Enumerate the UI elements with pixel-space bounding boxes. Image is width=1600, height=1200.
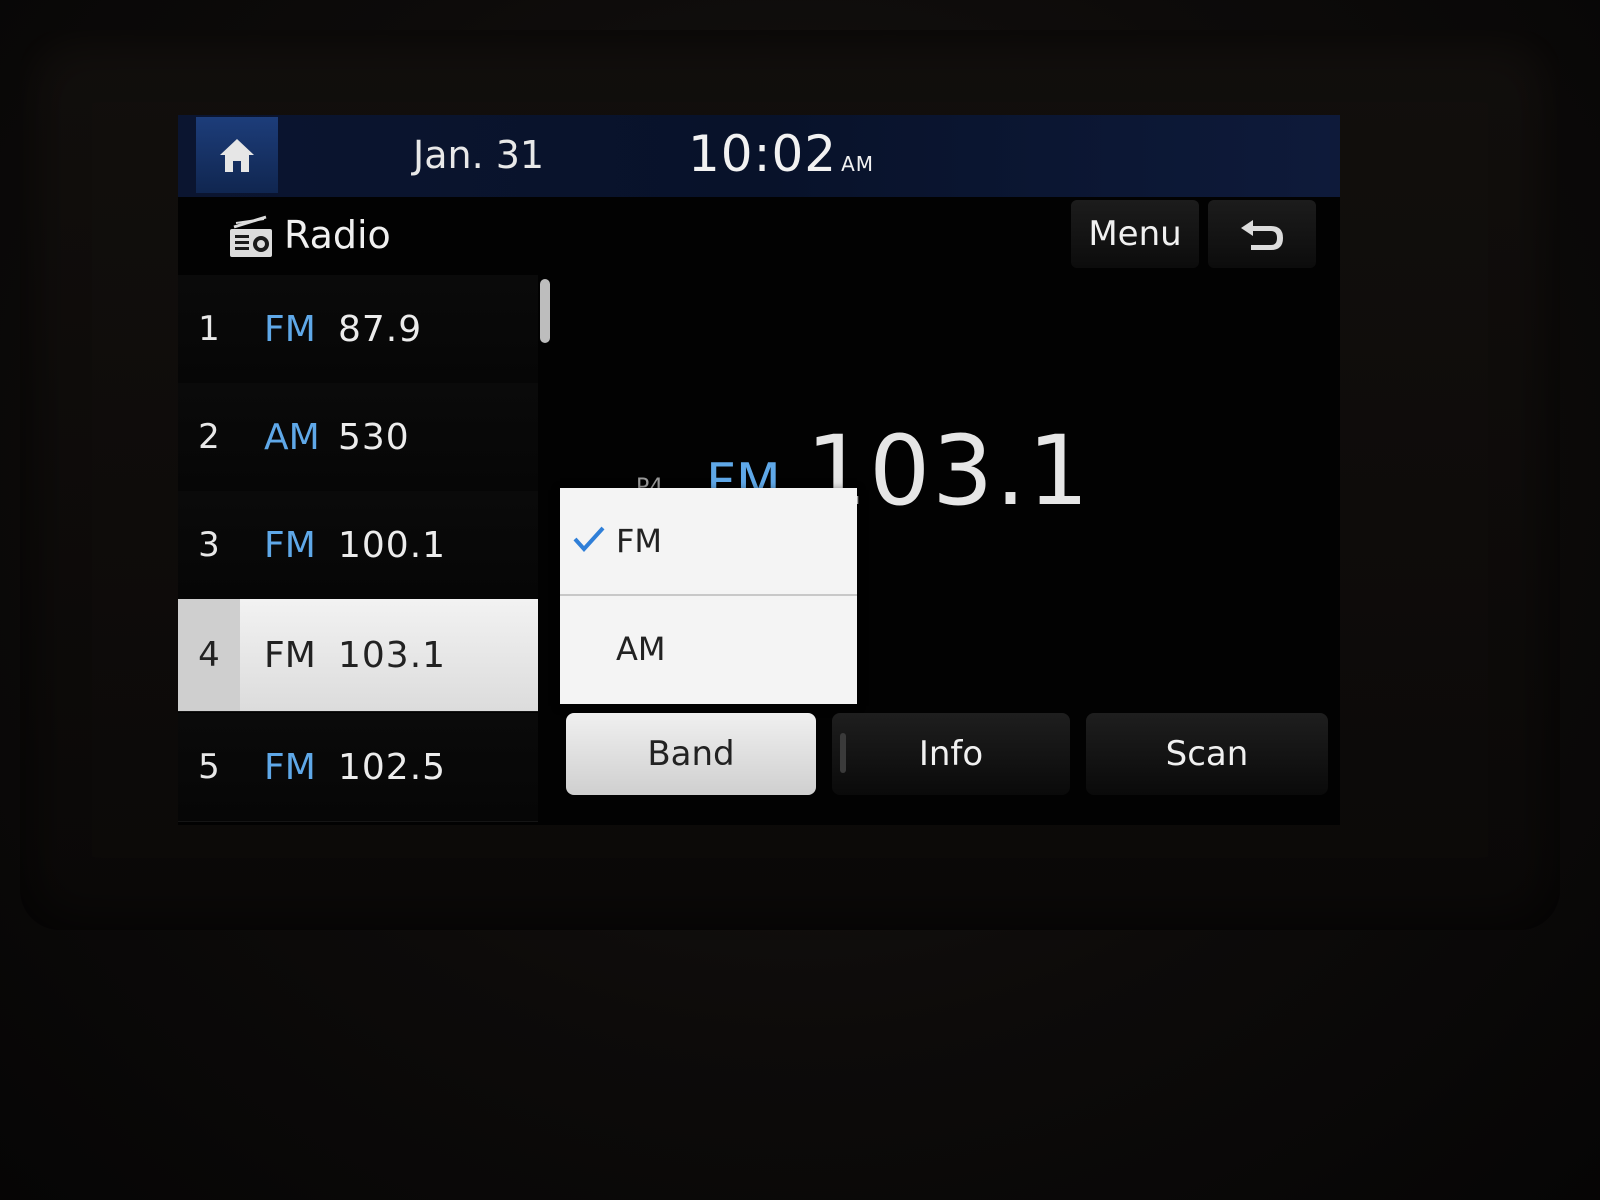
scan-button-label: Scan — [1165, 734, 1249, 774]
preset-frequency: 103.1 — [338, 634, 447, 676]
infotainment-screen: Jan. 31 10:02 AM Radio Menu 1 FM 87.9 2 … — [178, 115, 1340, 825]
preset-number: 2 — [198, 417, 220, 457]
back-arrow-icon — [1241, 220, 1283, 250]
band-button[interactable]: Band — [566, 713, 816, 795]
preset-item-2[interactable]: 2 AM 530 — [178, 383, 538, 492]
preset-number: 3 — [198, 525, 220, 565]
preset-number: 1 — [198, 309, 220, 349]
status-bar: Jan. 31 10:02 AM — [178, 115, 1340, 197]
preset-frequency: 87.9 — [338, 308, 423, 350]
preset-band: FM — [264, 308, 316, 350]
preset-band: FM — [264, 746, 316, 788]
preset-list: 1 FM 87.9 2 AM 530 3 FM 100.1 4 FM 103.1… — [178, 275, 540, 825]
date-display: Jan. 31 — [413, 133, 545, 177]
preset-band: FM — [264, 634, 316, 676]
preset-frequency: 100.1 — [338, 524, 447, 566]
clock-time: 10:02 — [688, 125, 838, 183]
preset-scrollbar[interactable] — [540, 279, 550, 343]
preset-item-5[interactable]: 5 FM 102.5 — [178, 713, 538, 822]
info-button-label: Info — [918, 734, 984, 774]
page-title: Radio — [284, 213, 391, 257]
band-dropdown: FM AM — [560, 488, 857, 704]
preset-number: 5 — [198, 747, 220, 787]
home-icon — [220, 139, 254, 172]
preset-item-4[interactable]: 4 FM 103.1 — [178, 599, 538, 712]
checkmark-icon — [573, 526, 605, 552]
band-option-am[interactable]: AM — [560, 596, 857, 702]
back-button[interactable] — [1208, 200, 1316, 268]
preset-band: AM — [264, 416, 320, 458]
title-row: Radio Menu — [178, 197, 1340, 275]
clock-display: 10:02 AM — [688, 125, 874, 183]
preset-item-3[interactable]: 3 FM 100.1 — [178, 491, 538, 600]
preset-number: 4 — [178, 599, 240, 711]
scan-button[interactable]: Scan — [1086, 713, 1328, 795]
clock-ampm: AM — [841, 152, 875, 176]
band-option-label: AM — [616, 630, 666, 668]
radio-icon — [230, 215, 272, 257]
info-button[interactable]: Info — [832, 713, 1070, 795]
menu-button[interactable]: Menu — [1071, 200, 1199, 268]
preset-frequency: 530 — [338, 416, 410, 458]
band-option-label: FM — [616, 522, 663, 560]
preset-frequency: 102.5 — [338, 746, 447, 788]
band-button-label: Band — [647, 734, 735, 774]
info-indicator — [840, 733, 846, 773]
home-button[interactable] — [196, 117, 278, 193]
band-option-fm[interactable]: FM — [560, 488, 857, 594]
preset-item-1[interactable]: 1 FM 87.9 — [178, 275, 538, 384]
preset-band: FM — [264, 524, 316, 566]
